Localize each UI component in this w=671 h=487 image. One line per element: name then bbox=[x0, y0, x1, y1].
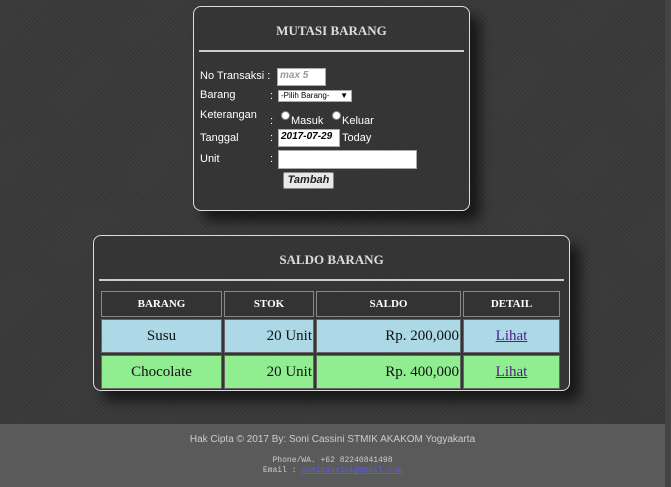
keluar-radio[interactable] bbox=[332, 111, 341, 120]
keterangan-colon: : bbox=[270, 115, 274, 127]
keluar-label: Keluar bbox=[342, 115, 374, 127]
mutasi-barang-panel: MUTASI BARANG No Transaksi : max 5 Baran… bbox=[193, 6, 470, 211]
tanggal-colon: : bbox=[270, 132, 274, 144]
cell-stok: 20 Unit bbox=[224, 319, 314, 353]
cell-saldo: Rp. 400,000 bbox=[316, 355, 461, 389]
tanggal-label: Tanggal bbox=[200, 132, 239, 144]
table-row: Chocolate 20 Unit Rp. 400,000 Lihat bbox=[101, 355, 560, 389]
masuk-label: Masuk bbox=[291, 115, 324, 127]
no-transaksi-label: No Transaksi : bbox=[200, 70, 271, 82]
cell-saldo: Rp. 200,000 bbox=[316, 319, 461, 353]
table-header-row: BARANG STOK SALDO DETAIL bbox=[101, 291, 560, 317]
saldo-barang-panel: SALDO BARANG BARANG STOK SALDO DETAIL Su… bbox=[93, 235, 570, 391]
divider bbox=[199, 50, 464, 52]
no-transaksi-input[interactable]: max 5 bbox=[277, 68, 326, 86]
header-stok: STOK bbox=[224, 291, 314, 317]
unit-colon: : bbox=[270, 153, 274, 165]
copyright-text: Hak Cipta © 2017 By: Soni Cassini STMIK … bbox=[189, 434, 476, 445]
chevron-down-icon: ▼ bbox=[340, 91, 348, 100]
tanggal-value: 2017-07-29 bbox=[281, 131, 333, 142]
today-label: Today bbox=[342, 132, 372, 144]
barang-selected: -Pilih Barang- bbox=[281, 91, 330, 100]
cell-detail: Lihat bbox=[463, 355, 560, 389]
header-barang: BARANG bbox=[101, 291, 222, 317]
divider bbox=[99, 279, 564, 281]
barang-label: Barang bbox=[200, 89, 236, 101]
saldo-title: SALDO BARANG bbox=[279, 252, 384, 267]
email-line: Email : sonicassini@gmail.com bbox=[0, 466, 665, 475]
unit-label: Unit bbox=[200, 153, 220, 165]
email-label: Email : bbox=[262, 466, 297, 475]
barang-colon: : bbox=[270, 90, 274, 102]
lihat-link[interactable]: Lihat bbox=[496, 364, 528, 380]
table-row: Susu 20 Unit Rp. 200,000 Lihat bbox=[101, 319, 560, 353]
unit-input[interactable] bbox=[278, 150, 417, 169]
cell-barang: Chocolate bbox=[101, 355, 222, 389]
cell-stok: 20 Unit bbox=[224, 355, 314, 389]
barang-select[interactable]: -Pilih Barang- ▼ bbox=[278, 90, 352, 102]
header-saldo: SALDO bbox=[316, 291, 461, 317]
no-transaksi-placeholder: max 5 bbox=[280, 70, 309, 81]
lihat-link[interactable]: Lihat bbox=[496, 328, 528, 344]
scrollbar[interactable] bbox=[665, 0, 671, 487]
phone-text: Phone/WA. +62 82240841498 bbox=[272, 456, 393, 465]
cell-barang: Susu bbox=[101, 319, 222, 353]
footer: Hak Cipta © 2017 By: Soni Cassini STMIK … bbox=[0, 424, 665, 487]
cell-detail: Lihat bbox=[463, 319, 560, 353]
email-link[interactable]: sonicassini@gmail.com bbox=[301, 466, 402, 475]
masuk-radio[interactable] bbox=[281, 111, 290, 120]
keterangan-label: Keterangan bbox=[200, 109, 257, 121]
header-detail: DETAIL bbox=[463, 291, 560, 317]
tanggal-input[interactable]: 2017-07-29 bbox=[278, 129, 340, 147]
tambah-button[interactable]: Tambah bbox=[283, 172, 334, 189]
saldo-table: BARANG STOK SALDO DETAIL Susu 20 Unit Rp… bbox=[99, 289, 562, 391]
mutasi-title: MUTASI BARANG bbox=[276, 23, 387, 38]
